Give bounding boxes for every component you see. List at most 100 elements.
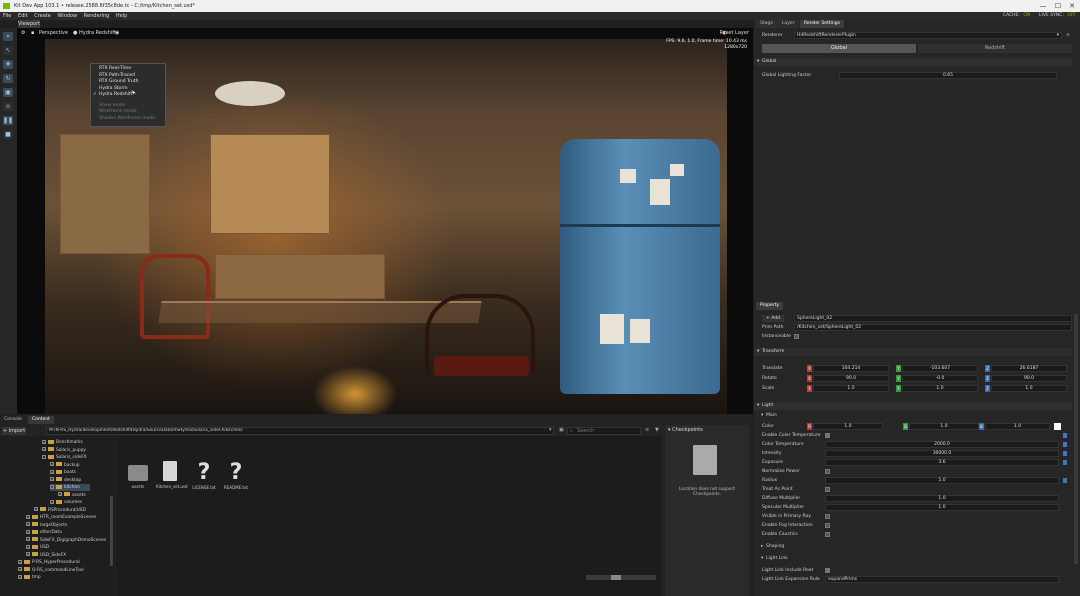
renderer-selector[interactable]: Hydra Redshift — [79, 28, 116, 39]
menu-rendering[interactable]: Rendering — [84, 13, 110, 19]
tree-item[interactable]: + USD_SideFX — [26, 552, 66, 559]
snap-tool-icon[interactable]: ∩ — [3, 102, 13, 111]
move-tool-icon[interactable]: ✥ — [3, 60, 13, 69]
expand-toggle-icon[interactable]: + — [34, 507, 38, 511]
menu-window[interactable]: Window — [57, 13, 77, 19]
tree-item[interactable]: + Q-RS_commandLineTool — [18, 567, 84, 574]
scale-y-field[interactable]: 1.0 — [902, 385, 978, 392]
expand-toggle-icon[interactable]: - — [42, 454, 46, 459]
expand-toggle-icon[interactable]: + — [50, 477, 54, 481]
list-view-icon[interactable]: ≡ — [645, 427, 649, 433]
exposure-field[interactable]: 3.6 — [825, 459, 1059, 466]
scale-tool-icon[interactable]: ▣ — [3, 88, 13, 97]
lightlink-subsection-header[interactable]: ▾ Light Link — [754, 555, 1072, 563]
path-dropdown-icon[interactable]: ▾ — [549, 427, 552, 433]
translate-x-field[interactable]: 104.214 — [813, 365, 889, 372]
tree-item[interactable]: + HTR_roomExampleScenes — [26, 514, 96, 521]
minimize-button[interactable]: — — [1036, 0, 1050, 12]
lighting-factor-field[interactable]: 0.65 — [839, 72, 1057, 79]
livesync-value[interactable]: OFF — [1067, 13, 1076, 18]
renderer-select[interactable]: HdRedshiftRendererPlugin ▾ — [794, 32, 1062, 39]
tree-item[interactable]: + Solaris_puppy — [42, 447, 86, 454]
menu-file[interactable]: File — [3, 13, 11, 19]
eye-icon[interactable]: ◉ — [115, 28, 119, 39]
shaping-subsection-header[interactable]: ▸ Shaping — [754, 543, 1072, 551]
instanceable-checkbox[interactable] — [794, 334, 799, 339]
add-button[interactable]: + Add — [762, 315, 784, 322]
expand-toggle-icon[interactable]: + — [50, 462, 54, 466]
main-subsection-header[interactable]: ▾ Main — [754, 412, 1072, 420]
intensity-field[interactable]: 30000.0 — [825, 450, 1059, 457]
expand-toggle-icon[interactable]: + — [26, 514, 30, 519]
tree-item[interactable]: + otherData — [26, 529, 62, 536]
property-scrollbar[interactable] — [1074, 314, 1078, 564]
tree-item[interactable]: - Solaris_sideFX — [42, 454, 87, 461]
tab-viewport[interactable]: Viewport — [18, 20, 40, 28]
tree-scrollbar[interactable] — [110, 496, 113, 566]
filter-icon[interactable]: ▼ — [655, 427, 659, 433]
normalize-checkbox[interactable] — [825, 469, 830, 474]
tree-item[interactable]: + P-RS_HyperProcedural — [18, 559, 80, 566]
expand-toggle-icon[interactable]: - — [50, 484, 54, 489]
select-tool-icon[interactable]: ⌖ — [3, 32, 13, 41]
tree-item[interactable]: + RSProceduralUSD — [34, 507, 86, 514]
expand-toggle-icon[interactable]: + — [42, 447, 46, 451]
enable-ct-checkbox[interactable] — [825, 433, 830, 438]
prim-name-field[interactable]: SphereLight_02 — [794, 315, 1072, 322]
file-item-license[interactable]: ? LICENSE.txt — [190, 461, 218, 491]
rotate-z-field[interactable]: 90.0 — [991, 375, 1067, 382]
file-item-readme[interactable]: ? README.txt — [222, 461, 250, 491]
settings-gear-icon[interactable]: ⚙ — [21, 28, 25, 39]
tab-redshift[interactable]: Redshift — [918, 44, 1072, 53]
tree-item[interactable]: + largeObjects — [26, 522, 67, 529]
expand-toggle-icon[interactable]: + — [26, 537, 30, 541]
menu-icon[interactable]: ≡ — [1066, 31, 1070, 40]
global-section-header[interactable]: ▾ Global — [754, 58, 1072, 66]
tree-item[interactable]: - kitchen — [50, 484, 90, 491]
file-item-kitchen-usd[interactable]: Kitchen_set.usd — [156, 461, 188, 489]
expand-toggle-icon[interactable]: + — [26, 552, 30, 556]
tab-layer[interactable]: Layer — [778, 20, 799, 28]
camera-selector[interactable]: Perspective — [39, 28, 68, 39]
tree-item[interactable]: + backup — [50, 462, 80, 469]
fog-checkbox[interactable] — [825, 523, 830, 528]
maximize-button[interactable]: ☐ — [1051, 0, 1065, 12]
expand-toggle-icon[interactable]: + — [50, 499, 54, 504]
import-button[interactable]: + Import — [2, 427, 26, 435]
tab-render-settings[interactable]: Render Settings — [800, 20, 844, 28]
translate-y-field[interactable]: -103.607 — [902, 365, 978, 372]
rotate-x-field[interactable]: 90.0 — [813, 375, 889, 382]
viewport-panel[interactable]: ⚙ ▪ Perspective ● Hydra Redshift ◉ ◐ Res… — [17, 28, 753, 414]
expand-toggle-icon[interactable]: + — [18, 574, 22, 579]
diffuse-field[interactable]: 1.0 — [825, 495, 1059, 502]
ll-include-checkbox[interactable] — [825, 568, 830, 573]
menu-create[interactable]: Create — [34, 13, 51, 19]
bookmark-icon[interactable]: ▣ — [559, 427, 564, 433]
close-button[interactable]: ✕ — [1065, 0, 1079, 12]
expand-toggle-icon[interactable]: + — [58, 492, 62, 496]
expand-toggle-icon[interactable]: + — [50, 469, 54, 474]
expand-toggle-icon[interactable]: + — [26, 544, 30, 549]
tree-item[interactable]: + USD — [26, 544, 49, 551]
play-pause-icon[interactable]: ❚❚ — [3, 116, 13, 125]
scale-x-field[interactable]: 1.0 — [813, 385, 889, 392]
stop-icon[interactable]: ■ — [3, 130, 13, 139]
translate-z-field[interactable]: 26.6187 — [991, 365, 1067, 372]
visible-checkbox[interactable] — [825, 514, 830, 519]
tree-item[interactable]: + boats — [50, 469, 76, 476]
tree-item[interactable]: + SideFX_DigigraphDemoScenes — [26, 537, 106, 544]
pointer-tool-icon[interactable]: ↖ — [3, 46, 13, 55]
expand-toggle-icon[interactable]: + — [26, 529, 30, 534]
treat-checkbox[interactable] — [825, 487, 830, 492]
tab-content[interactable]: Content — [28, 416, 54, 424]
prim-path-field[interactable]: /Kitchen_set/SphereLight_02 — [794, 324, 1072, 331]
color-swatch[interactable] — [1054, 423, 1061, 430]
menu-edit[interactable]: Edit — [18, 13, 28, 19]
tree-item[interactable]: + assets — [58, 492, 86, 499]
tab-global[interactable]: Global — [762, 44, 916, 53]
color-r-field[interactable]: 1.0 — [813, 423, 883, 430]
specular-field[interactable]: 1.0 — [825, 504, 1059, 511]
search-input[interactable]: ⌕ Search — [567, 427, 641, 435]
rotate-tool-icon[interactable]: ↻ — [3, 74, 13, 83]
menu-help[interactable]: Help — [116, 13, 127, 19]
